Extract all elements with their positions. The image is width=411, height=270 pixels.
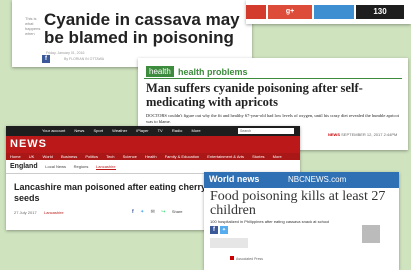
article-source: Associated Press <box>236 257 264 261</box>
news-logo[interactable]: NEWS <box>10 138 47 150</box>
share-bar: g+ 130 <box>246 0 411 24</box>
side-teaser-text: This is what happens when <box>25 16 41 36</box>
article-byline: By FLORIAN IN OTTAWA <box>64 57 105 61</box>
subnav-item-tech[interactable]: Tech <box>106 154 114 159</box>
breadcrumb: England Local News Regions Lancashire <box>10 163 116 170</box>
nav-radio[interactable]: Radio <box>172 128 182 133</box>
article-title[interactable]: Man suffers cyanide poisoning after self… <box>146 81 401 109</box>
subnav-item-science[interactable]: Science <box>123 154 137 159</box>
nbc-news-logo[interactable]: NBCNEWS.com <box>288 175 346 184</box>
nbc-news-page: World news NBCNEWS.com Food poisoning ki… <box>204 172 399 270</box>
section-tag-health-problems[interactable]: health problems <box>178 67 248 77</box>
breadcrumb-local-news[interactable]: Local News <box>45 164 66 169</box>
news-brand-logo: NEWS <box>328 132 340 137</box>
section-rule <box>144 78 402 79</box>
subnav-item-stories[interactable]: Stories <box>252 154 264 159</box>
subnav-item-world[interactable]: World <box>42 154 52 159</box>
ad-placeholder <box>210 238 248 248</box>
share-button-red[interactable] <box>246 5 266 19</box>
nav-iplayer[interactable]: iPlayer <box>136 128 148 133</box>
article-title[interactable]: Food poisoning kills at least 27 childre… <box>210 190 398 218</box>
bbc-top-bar: BBC Your account News Sport Weather iPla… <box>6 126 300 143</box>
subnav-item-business[interactable]: Business <box>61 154 77 159</box>
breadcrumb-england[interactable]: England <box>10 163 38 170</box>
article-date: SEPTEMBER 12, 2017 2:44PM <box>341 132 398 137</box>
subnav-item-health[interactable]: Health <box>145 154 157 159</box>
subnav-item-home[interactable]: Home <box>10 154 21 159</box>
article-section-link[interactable]: Lancashire <box>44 210 64 215</box>
subnav-item-uk[interactable]: UK <box>29 154 35 159</box>
email-icon[interactable]: ✉ <box>151 209 155 215</box>
google-plus-share-button[interactable]: g+ <box>268 5 312 19</box>
nav-tv[interactable]: TV <box>158 128 163 133</box>
article-date: 27 July 2017 <box>14 210 37 215</box>
twitter-icon[interactable]: ✦ <box>140 209 144 215</box>
nav-news[interactable]: News <box>74 128 84 133</box>
facebook-icon[interactable]: f <box>42 55 50 63</box>
news-banner: NEWS <box>6 136 300 153</box>
share-button-blue[interactable] <box>314 5 354 19</box>
nav-account[interactable]: Your account <box>42 128 65 133</box>
facebook-icon[interactable]: f <box>132 209 134 215</box>
article-date: Friday, January 01, 2016 <box>46 51 85 55</box>
nav-more[interactable]: More <box>191 128 200 133</box>
share-icons: f ✦ ✉ ↪ Share <box>132 209 188 215</box>
source-logo <box>230 256 234 260</box>
subnav-item-politics[interactable]: Politics <box>85 154 98 159</box>
breadcrumb-regions[interactable]: Regions <box>74 164 89 169</box>
subnav-item-more[interactable]: More <box>273 154 282 159</box>
twitter-icon[interactable]: ✦ <box>220 226 228 234</box>
subnav-item-family-education[interactable]: Family & Education <box>165 154 199 159</box>
share-count: 130 <box>356 5 404 19</box>
thumbnail-image <box>362 225 380 243</box>
share-icon[interactable]: ↪ <box>161 209 165 215</box>
article-card-cassava: This is what happens when Cyanide in cas… <box>12 0 252 67</box>
article-subtitle: 100 hospitalized in Philippines after ea… <box>210 219 330 224</box>
share-button[interactable]: Share <box>172 209 183 214</box>
article-title[interactable]: Cyanide in cassava may be blamed in pois… <box>44 11 249 47</box>
subnav-item-entertainment-arts[interactable]: Entertainment & Arts <box>207 154 244 159</box>
facebook-icon[interactable]: f <box>210 226 218 234</box>
news-section-nav: Home UK World Business Politics Tech Sci… <box>6 153 300 160</box>
article-standfirst: DOCTORS couldn't figure out why the fit … <box>146 113 399 124</box>
article-title[interactable]: Lancashire man poisoned after eating che… <box>14 182 214 204</box>
nbc-header-bar: World news NBCNEWS.com <box>204 172 399 188</box>
search-input[interactable]: Search <box>238 128 294 134</box>
nav-weather[interactable]: Weather <box>112 128 127 133</box>
bbc-global-nav: Your account News Sport Weather iPlayer … <box>42 128 209 133</box>
section-tag-health[interactable]: health <box>146 66 174 77</box>
breadcrumb-lancashire[interactable]: Lancashire <box>96 164 116 170</box>
nav-sport[interactable]: Sport <box>93 128 103 133</box>
world-news-logo[interactable]: World news <box>209 174 259 184</box>
article-footer: NEWS SEPTEMBER 12, 2017 2:44PM <box>328 132 397 137</box>
